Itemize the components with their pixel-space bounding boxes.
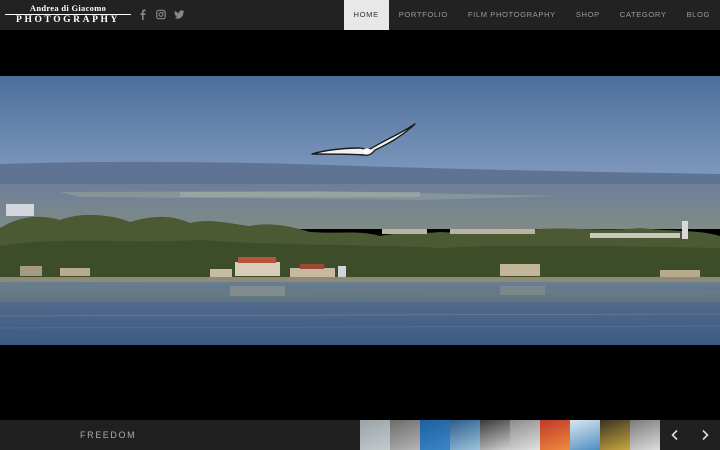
thumbnail[interactable]	[630, 420, 660, 450]
nav-item-shop[interactable]: SHOP	[566, 0, 610, 30]
main-nav: HOME PORTFOLIO FILM PHOTOGRAPHY SHOP CAT…	[343, 0, 720, 30]
thumbnail[interactable]	[480, 420, 510, 450]
social-links	[138, 9, 185, 21]
slideshow-bar: FREEDOM	[0, 420, 720, 450]
thumbnail[interactable]	[540, 420, 570, 450]
slideshow-photo[interactable]	[0, 76, 720, 345]
thumbnail[interactable]	[450, 420, 480, 450]
thumbnail-strip	[360, 420, 660, 450]
logo-name: Andrea di Giacomo	[29, 3, 107, 13]
instagram-icon[interactable]	[156, 9, 166, 20]
thumbnail[interactable]	[390, 420, 420, 450]
logo-subtitle: PHOTOGRAPHY	[5, 14, 131, 26]
nav-item-category[interactable]: CATEGORY	[610, 0, 677, 30]
twitter-icon[interactable]	[174, 9, 185, 20]
chevron-left-icon	[671, 429, 678, 441]
nav-item-blog[interactable]: BLOG	[676, 0, 720, 30]
nav-item-portfolio[interactable]: PORTFOLIO	[389, 0, 458, 30]
prev-slide-button[interactable]	[660, 420, 690, 450]
slide-caption: FREEDOM	[80, 430, 137, 440]
thumbnail[interactable]	[360, 420, 390, 450]
thumbnail[interactable]	[570, 420, 600, 450]
site-logo[interactable]: Andrea di Giacomo PHOTOGRAPHY	[5, 4, 131, 26]
thumbnail[interactable]	[510, 420, 540, 450]
chevron-right-icon	[702, 429, 709, 441]
nav-item-film-photography[interactable]: FILM PHOTOGRAPHY	[458, 0, 566, 30]
facebook-icon[interactable]	[138, 9, 148, 20]
next-slide-button[interactable]	[690, 420, 720, 450]
nav-item-home[interactable]: HOME	[343, 0, 389, 30]
thumbnail[interactable]	[600, 420, 630, 450]
slide-navigation	[660, 420, 720, 450]
top-bar: Andrea di Giacomo PHOTOGRAPHY HOME PORTF…	[0, 0, 720, 30]
thumbnail[interactable]	[420, 420, 450, 450]
